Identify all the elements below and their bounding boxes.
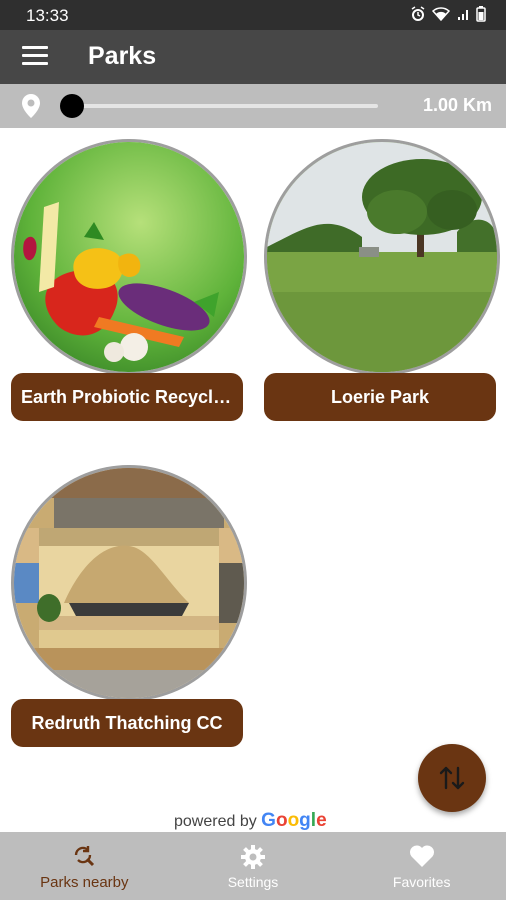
alarm-icon [410, 6, 426, 27]
gear-icon [240, 844, 266, 875]
menu-icon[interactable] [22, 46, 48, 68]
park-photo[interactable] [264, 139, 500, 375]
status-bar: 13:33 [0, 0, 506, 30]
distance-slider-track[interactable] [72, 104, 378, 108]
nav-favorites[interactable]: Favorites [337, 832, 506, 900]
nav-label: Parks nearby [40, 874, 129, 891]
wifi-icon [431, 6, 451, 27]
distance-value: 1.00 Km [422, 95, 492, 115]
nav-settings[interactable]: Settings [169, 832, 338, 900]
sort-swap-icon [439, 766, 465, 790]
powered-by-google: powered by Google [174, 810, 327, 832]
distance-slider-thumb[interactable] [60, 94, 84, 118]
search-refresh-icon [72, 844, 96, 873]
app-bar: Parks [0, 30, 506, 84]
distance-filter-bar: 1.00 Km [0, 84, 506, 128]
sort-button[interactable] [418, 744, 486, 812]
powered-by-text: powered by [174, 813, 257, 830]
park-name[interactable]: Redruth Thatching CC [11, 699, 243, 747]
page-title: Parks [88, 42, 157, 70]
nav-label: Settings [227, 874, 279, 890]
park-name[interactable]: Earth Probiotic Recycli... [11, 373, 243, 421]
park-photo[interactable] [11, 139, 247, 375]
status-time: 13:33 [26, 6, 69, 25]
park-photo[interactable] [11, 465, 247, 701]
park-card[interactable]: Redruth Thatching CC [11, 465, 247, 747]
google-logo: Google [261, 810, 327, 831]
nav-label: Favorites [392, 874, 451, 890]
battery-icon [476, 6, 486, 27]
status-icons [410, 6, 486, 27]
location-pin-icon [20, 93, 42, 124]
nav-parks-nearby[interactable]: Parks nearby [0, 832, 169, 900]
park-card[interactable]: Earth Probiotic Recycli... [11, 139, 247, 421]
park-name[interactable]: Loerie Park [264, 373, 496, 421]
park-card[interactable]: Loerie Park [264, 139, 500, 421]
heart-icon [409, 844, 435, 873]
signal-icon [456, 6, 470, 27]
bottom-navigation: Parks nearby Settings Favorites [0, 832, 506, 900]
